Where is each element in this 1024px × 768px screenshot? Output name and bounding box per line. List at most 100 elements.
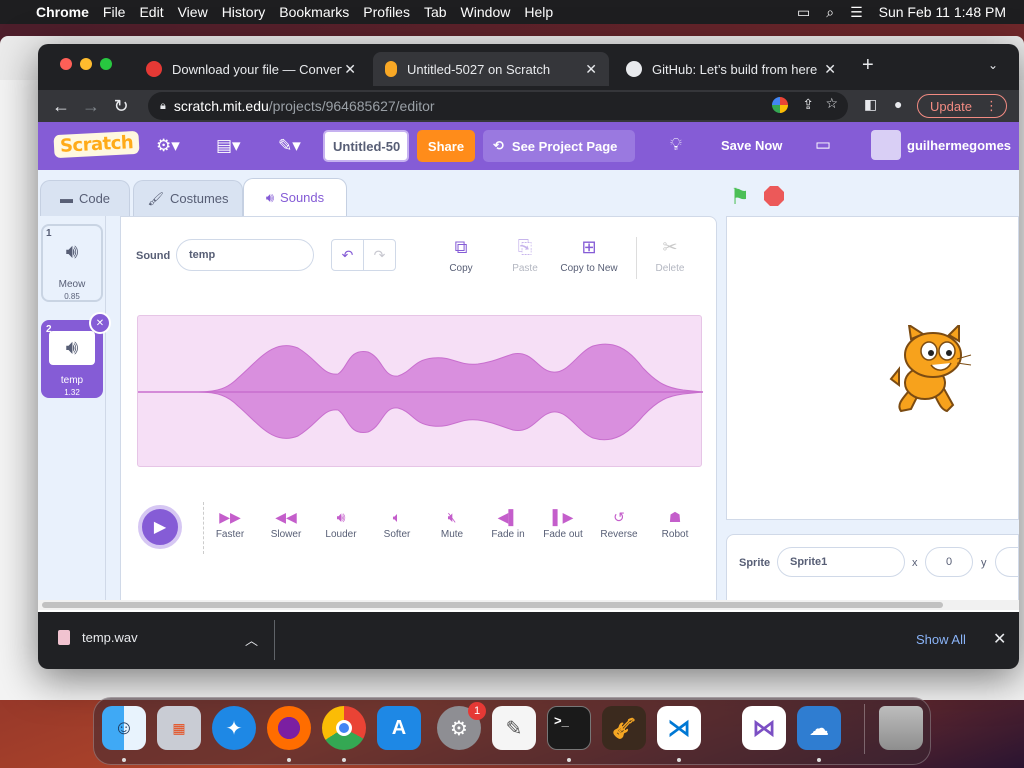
weather-icon[interactable]: ☁ — [797, 706, 841, 750]
textedit-icon[interactable]: ✎ — [492, 706, 536, 750]
sound-name-input[interactable]: temp — [176, 239, 314, 271]
delete-button[interactable]: ✂ Delete — [635, 237, 705, 274]
minimize-window-button[interactable] — [80, 58, 92, 70]
zoom-window-button[interactable] — [100, 58, 112, 70]
redo-button[interactable]: ↷ — [363, 239, 396, 271]
close-tab-icon[interactable]: ✕ — [824, 61, 836, 78]
tab-search-chevron-icon[interactable]: ⌄ — [988, 58, 998, 72]
y-position-input[interactable] — [995, 547, 1019, 577]
menubar-clock[interactable]: Sun Feb 11 1:48 PM — [879, 4, 1006, 20]
back-arrow-icon[interactable]: ← — [46, 96, 76, 117]
effect-robot-button[interactable]: ☗ Robot — [647, 509, 703, 540]
reload-icon[interactable]: ↻ — [106, 96, 136, 117]
tab-label: Costumes — [169, 191, 229, 206]
visual-studio-icon[interactable]: ⋈ — [742, 706, 786, 750]
garageband-icon[interactable]: 🎸︎ — [602, 706, 646, 750]
menu-bookmarks[interactable]: Bookmarks — [279, 4, 349, 20]
spotlight-search-icon[interactable]: ⌕ — [826, 4, 834, 21]
side-panel-icon[interactable]: ◧ — [864, 96, 877, 113]
menu-help[interactable]: Help — [524, 4, 553, 20]
project-title-input[interactable]: Untitled-50 — [323, 130, 409, 162]
menu-tab[interactable]: Tab — [424, 4, 447, 20]
close-window-button[interactable] — [60, 58, 72, 70]
profile-icon[interactable]: ● — [894, 96, 902, 112]
forward-arrow-icon[interactable]: → — [76, 96, 106, 117]
stop-sign-icon[interactable] — [764, 186, 784, 206]
effect-louder-button[interactable]: 🔊︎ Louder — [313, 509, 369, 540]
menu-window[interactable]: Window — [461, 4, 511, 20]
download-options-chevron-icon[interactable]: ︿ — [245, 630, 258, 649]
share-button[interactable]: Share — [417, 130, 475, 162]
copy-button[interactable]: ⧉ Copy — [426, 237, 496, 274]
update-button[interactable]: Update ⋮ — [917, 94, 1007, 118]
google-translate-icon[interactable] — [772, 97, 788, 113]
effect-mute-button[interactable]: 🔇︎ Mute — [424, 509, 480, 540]
tab-code[interactable]: ▬ Code — [40, 180, 130, 216]
lock-icon: 🔒︎ — [160, 99, 166, 112]
menu-edit[interactable]: Edit — [139, 4, 163, 20]
scrollbar-thumb[interactable] — [42, 602, 943, 608]
menu-history[interactable]: History — [222, 4, 266, 20]
settings-gear-icon[interactable]: ⚙▾ — [156, 136, 180, 156]
new-tab-button[interactable]: + — [862, 54, 874, 77]
bookmark-star-icon[interactable]: ☆ — [825, 95, 838, 112]
effect-fade-out-button[interactable]: ▌▶ Fade out — [535, 509, 591, 540]
browser-tab-scratch[interactable]: Untitled-5027 on Scratch ✕ — [373, 52, 609, 86]
save-now-button[interactable]: Save Now — [721, 138, 782, 153]
chrome-icon[interactable] — [322, 706, 366, 750]
tutorials-lightbulb-icon[interactable]: 💡︎ — [670, 135, 682, 155]
launchpad-icon[interactable]: ▦ — [157, 706, 201, 750]
my-stuff-folder-icon[interactable]: ▭ — [815, 135, 831, 155]
running-indicator — [817, 758, 821, 762]
edit-pencil-icon[interactable]: ✎▾ — [278, 136, 301, 156]
effect-slower-button[interactable]: ◀◀ Slower — [258, 509, 314, 540]
menu-file[interactable]: File — [103, 4, 126, 20]
firefox-icon[interactable] — [267, 706, 311, 750]
share-page-icon[interactable]: ⇪ — [802, 96, 814, 113]
file-menu-icon[interactable]: ▤▾ — [216, 136, 241, 156]
control-center-icon[interactable]: ☰ — [850, 4, 863, 21]
sound-item-meow[interactable]: 1 🔊︎ Meow 0.85 — [41, 224, 103, 302]
effect-faster-button[interactable]: ▶▶ Faster — [202, 509, 258, 540]
scratch-logo[interactable]: Scratch — [53, 130, 140, 159]
trash-icon[interactable] — [879, 706, 923, 750]
see-project-page-button[interactable]: ⟲ See Project Page — [483, 130, 635, 162]
safari-icon[interactable]: ✦ — [212, 706, 256, 750]
show-all-button[interactable]: Show All — [916, 632, 966, 647]
horizontal-scrollbar[interactable] — [38, 600, 1019, 610]
undo-button[interactable]: ↶ — [331, 239, 364, 271]
app-store-icon[interactable]: A — [377, 706, 421, 750]
menu-view[interactable]: View — [178, 4, 208, 20]
delete-sound-icon[interactable]: ✕ — [89, 312, 111, 334]
stage[interactable] — [726, 216, 1019, 520]
vscode-icon[interactable]: ⋊ — [657, 706, 701, 750]
account-menu[interactable]: guilhermegomes — [871, 130, 1011, 160]
green-flag-icon[interactable]: ⚑ — [730, 184, 750, 210]
sprite-name-input[interactable]: Sprite1 — [777, 547, 905, 577]
effect-softer-button[interactable]: 🔈︎ Softer — [369, 509, 425, 540]
close-tab-icon[interactable]: ✕ — [585, 61, 597, 78]
effect-reverse-button[interactable]: ↺ Reverse — [591, 509, 647, 540]
effect-fade-in-button[interactable]: ◀▌ Fade in — [480, 509, 536, 540]
sound-item-temp[interactable]: 2 🔊︎ temp 1.32 ✕ — [41, 312, 111, 398]
close-downloads-icon[interactable]: ✕ — [993, 629, 1006, 649]
play-sound-button[interactable]: ▶ — [138, 505, 182, 549]
paste-button[interactable]: ⎘ Paste — [490, 237, 560, 274]
menu-profiles[interactable]: Profiles — [363, 4, 410, 20]
download-item[interactable]: temp.wav — [58, 630, 138, 645]
tab-sounds[interactable]: 🔊︎ Sounds — [243, 178, 347, 216]
tab-costumes[interactable]: 🖌︎ Costumes — [133, 180, 243, 216]
terminal-icon[interactable]: >_ — [547, 706, 591, 750]
effect-label: Robot — [661, 529, 689, 540]
more-vertical-icon[interactable]: ⋮ — [985, 98, 998, 114]
close-tab-icon[interactable]: ✕ — [344, 61, 356, 78]
waveform-display[interactable] — [137, 315, 704, 467]
browser-tab-convertio[interactable]: Download your file — Convertio ✕ — [134, 52, 368, 86]
finder-icon[interactable]: ☺ — [102, 706, 146, 750]
app-menu[interactable]: Chrome — [36, 4, 89, 20]
address-bar[interactable]: 🔒︎ scratch.mit.edu/projects/964685627/ed… — [148, 92, 848, 120]
browser-tab-github[interactable]: GitHub: Let’s build from here · GitHub ✕ — [614, 52, 848, 86]
screen-mirror-icon[interactable]: ▭ — [797, 4, 810, 21]
copy-to-new-button[interactable]: ⊞ Copy to New — [554, 237, 624, 274]
x-position-input[interactable]: 0 — [925, 547, 973, 577]
